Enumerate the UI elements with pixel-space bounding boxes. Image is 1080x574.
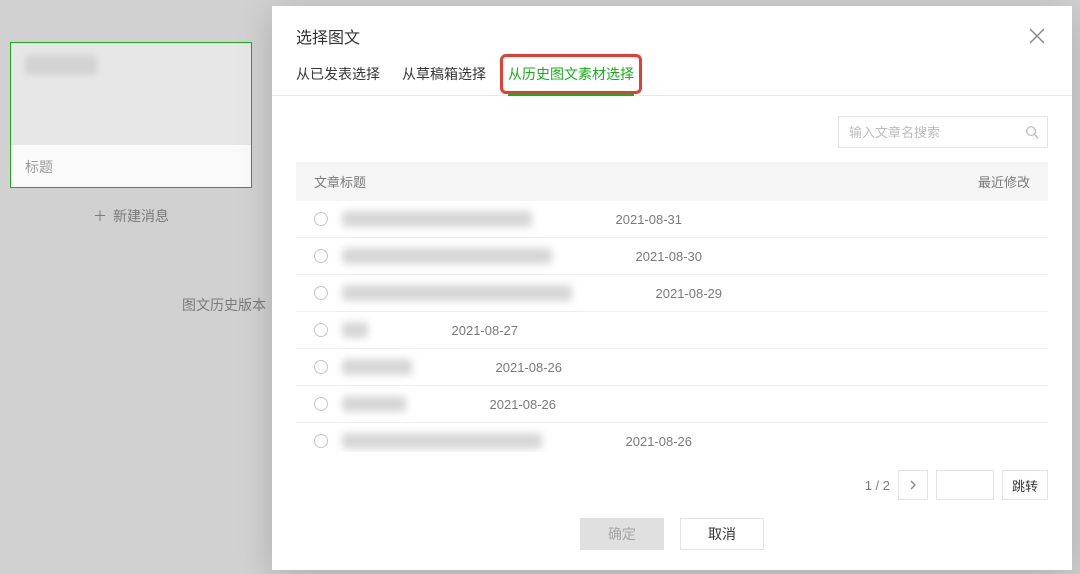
bg-card-title-label: 标题 bbox=[11, 145, 251, 187]
radio-icon[interactable] bbox=[314, 323, 328, 337]
bg-sidebar-panel: 标题 ＋ 新建消息 bbox=[10, 42, 252, 244]
radio-icon[interactable] bbox=[314, 249, 328, 263]
modal-title: 选择图文 bbox=[296, 24, 360, 48]
tab-1[interactable]: 从草稿箱选择 bbox=[402, 64, 486, 95]
chevron-right-icon bbox=[909, 480, 917, 490]
table-row[interactable]: 2021-08-26 bbox=[296, 423, 1048, 452]
page-input[interactable] bbox=[936, 470, 994, 500]
close-icon[interactable] bbox=[1026, 25, 1048, 47]
bg-new-message-button: ＋ 新建消息 bbox=[10, 188, 252, 244]
page-next-button[interactable] bbox=[898, 470, 928, 500]
search-box[interactable] bbox=[838, 116, 1048, 148]
th-modified-date: 最近修改 bbox=[910, 172, 1030, 191]
plus-icon: ＋ bbox=[93, 206, 107, 226]
th-article-title: 文章标题 bbox=[314, 172, 910, 191]
modal-footer: 确定 取消 bbox=[272, 500, 1072, 570]
row-date: 2021-08-27 bbox=[398, 323, 518, 338]
row-title-blurred bbox=[342, 211, 532, 227]
table-row[interactable]: 2021-08-27 bbox=[296, 312, 1048, 349]
radio-icon[interactable] bbox=[314, 212, 328, 226]
table-row[interactable]: 2021-08-30 bbox=[296, 238, 1048, 275]
row-date: 2021-08-29 bbox=[602, 286, 722, 301]
cancel-button[interactable]: 取消 bbox=[680, 518, 764, 550]
search-icon[interactable] bbox=[1025, 125, 1039, 139]
row-date: 2021-08-26 bbox=[442, 360, 562, 375]
bg-history-label: 图文历史版本 bbox=[182, 295, 266, 315]
table-row[interactable]: 2021-08-26 bbox=[296, 386, 1048, 423]
row-title-blurred bbox=[342, 433, 542, 449]
radio-icon[interactable] bbox=[314, 397, 328, 411]
select-article-modal: 选择图文 从已发表选择从草稿箱选择从历史图文素材选择 文章标题 最近修改 202… bbox=[272, 6, 1072, 570]
row-date: 2021-08-26 bbox=[572, 434, 692, 449]
search-row bbox=[272, 96, 1072, 162]
search-input[interactable] bbox=[849, 125, 1025, 140]
row-date: 2021-08-31 bbox=[562, 212, 682, 227]
bg-card-blur-label bbox=[25, 55, 97, 75]
table-row[interactable]: 2021-08-26 bbox=[296, 349, 1048, 386]
pagination: 1 / 2 跳转 bbox=[272, 452, 1072, 500]
bg-new-message-label: 新建消息 bbox=[113, 206, 169, 226]
tab-2[interactable]: 从历史图文素材选择 bbox=[508, 64, 634, 96]
page-jump-button[interactable]: 跳转 bbox=[1002, 470, 1048, 500]
row-date: 2021-08-26 bbox=[436, 397, 556, 412]
row-title-blurred bbox=[342, 285, 572, 301]
page-indicator: 1 / 2 bbox=[865, 478, 890, 493]
tabs: 从已发表选择从草稿箱选择从历史图文素材选择 bbox=[272, 48, 1072, 96]
table-header: 文章标题 最近修改 bbox=[296, 162, 1048, 201]
row-title-blurred bbox=[342, 248, 552, 264]
article-table: 文章标题 最近修改 2021-08-31 2021-08-30 2021-08-29… bbox=[272, 162, 1072, 452]
modal-header: 选择图文 bbox=[272, 6, 1072, 48]
radio-icon[interactable] bbox=[314, 360, 328, 374]
radio-icon[interactable] bbox=[314, 286, 328, 300]
row-title-blurred bbox=[342, 359, 412, 375]
tab-0[interactable]: 从已发表选择 bbox=[296, 64, 380, 95]
row-title-blurred bbox=[342, 322, 368, 338]
bg-article-card: 标题 bbox=[10, 42, 252, 188]
table-body: 2021-08-31 2021-08-30 2021-08-29 2021-08-27… bbox=[296, 201, 1048, 452]
bg-card-cover bbox=[11, 43, 251, 145]
row-date: 2021-08-30 bbox=[582, 249, 702, 264]
table-row[interactable]: 2021-08-31 bbox=[296, 201, 1048, 238]
table-row[interactable]: 2021-08-29 bbox=[296, 275, 1048, 312]
confirm-button[interactable]: 确定 bbox=[580, 518, 664, 550]
radio-icon[interactable] bbox=[314, 434, 328, 448]
row-title-blurred bbox=[342, 396, 406, 412]
